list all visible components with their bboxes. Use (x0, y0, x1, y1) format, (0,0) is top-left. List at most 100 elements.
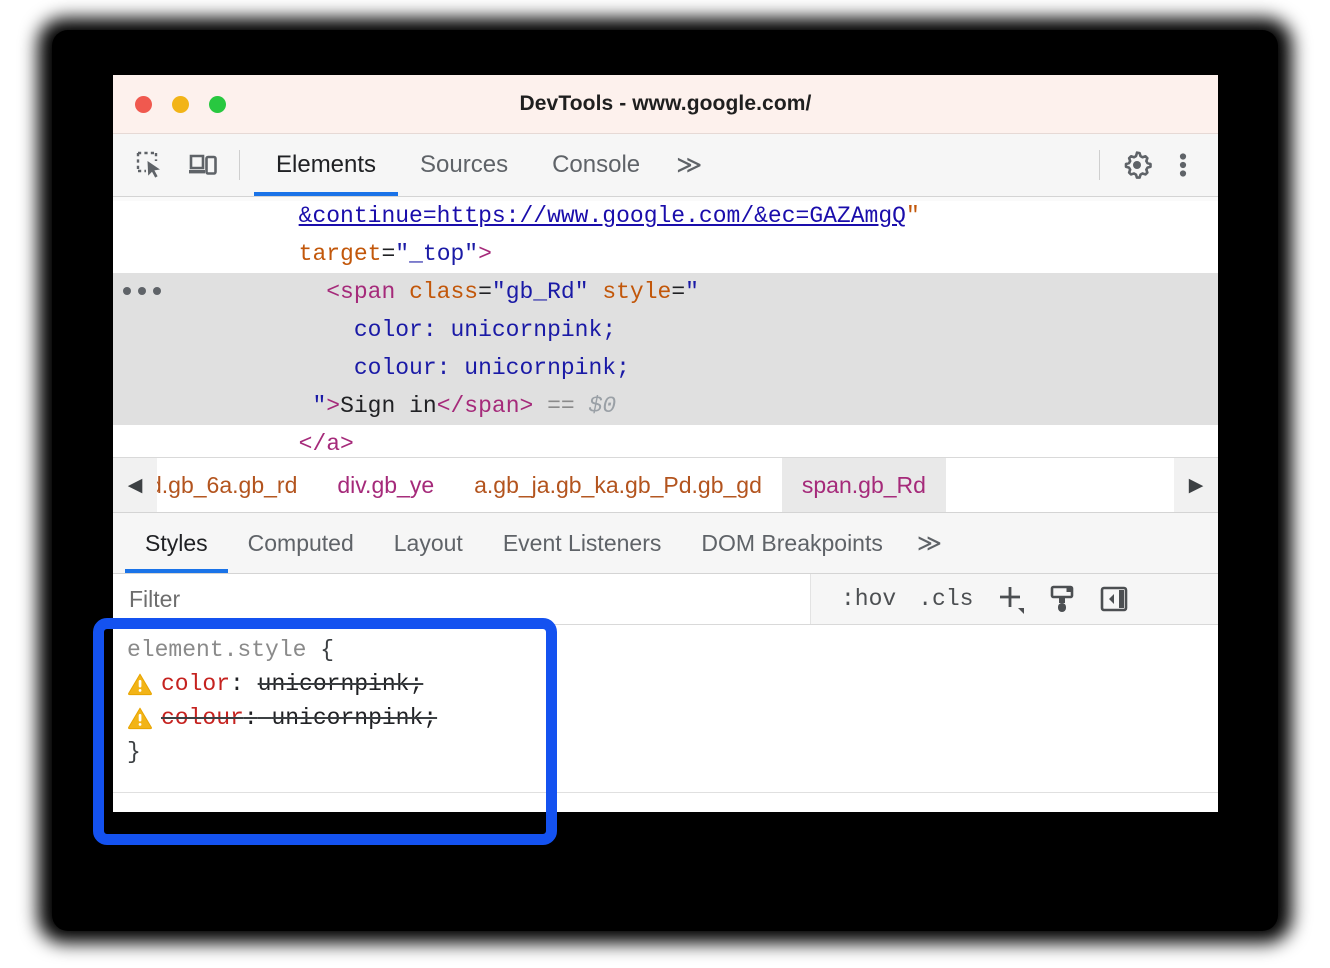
devtools-window: DevTools - www.google.com/ Elements (113, 75, 1218, 812)
breadcrumb-item[interactable]: div.gb_ye (317, 458, 454, 512)
tab-event-listeners-label: Event Listeners (503, 530, 662, 557)
dom-tree-line[interactable]: ">Sign in</span> == $0 (113, 387, 1218, 425)
warning-triangle-icon[interactable] (127, 706, 161, 730)
dom-token: class (409, 279, 478, 305)
dom-tree-line[interactable]: &continue=https://www.google.com/&ec=GAZ… (113, 197, 1218, 235)
css-open-brace: { (320, 633, 334, 667)
css-selector[interactable]: element.style (127, 633, 306, 667)
dom-token (589, 279, 603, 305)
breadcrumb-item[interactable]: d.gb_6a.gb_rd (157, 458, 317, 512)
dom-token (133, 241, 299, 267)
dom-tree-lines: &continue=https://www.google.com/&ec=GAZ… (113, 197, 1218, 457)
css-colon: : (230, 667, 244, 701)
tab-dom-breakpoints-label: DOM Breakpoints (701, 530, 883, 557)
window-title: DevTools - www.google.com/ (113, 92, 1218, 116)
tab-styles-label: Styles (145, 530, 208, 557)
dom-token: = (381, 241, 395, 267)
dom-token: == (547, 393, 575, 419)
dom-tree-line[interactable]: target="_top"> (113, 235, 1218, 273)
toolbar-divider (239, 150, 240, 180)
tab-elements-label: Elements (276, 151, 376, 179)
breadcrumb-item[interactable]: a.gb_ja.gb_ka.gb_Pd.gb_gd (454, 458, 782, 512)
dom-token: target (299, 241, 382, 267)
styles-pane-tabs: Styles Computed Layout Event Listeners D… (113, 513, 1218, 574)
styles-filter-input-wrapper[interactable] (113, 574, 811, 624)
breadcrumb-item-label: div.gb_ye (337, 472, 434, 499)
dom-tree-panel[interactable]: &continue=https://www.google.com/&ec=GAZ… (113, 197, 1218, 457)
tab-computed-label: Computed (248, 530, 354, 557)
css-space (258, 701, 272, 735)
css-rule-selector-line: element.style { (113, 633, 1218, 667)
dom-tree-line[interactable]: <span class="gb_Rd" style=" (113, 273, 1218, 311)
breadcrumb-scroll-right-icon[interactable]: ▶ (1174, 458, 1218, 512)
tab-layout[interactable]: Layout (374, 513, 483, 573)
dom-token (395, 279, 409, 305)
css-property-value[interactable]: unicornpink; (258, 667, 424, 701)
dom-tree-line[interactable]: color: unicornpink; (113, 311, 1218, 349)
plus-icon[interactable] (987, 579, 1033, 619)
tab-console-label: Console (552, 151, 640, 179)
dom-token: " (312, 393, 326, 419)
dom-token (133, 393, 312, 419)
dom-token: color: unicornpink; (354, 317, 616, 343)
tab-event-listeners[interactable]: Event Listeners (483, 513, 682, 573)
toolbar-divider-right (1099, 150, 1100, 180)
css-property-name[interactable]: color (161, 667, 230, 701)
styles-declarations-pane[interactable]: element.style { color: unicornpink;colou… (113, 625, 1218, 743)
css-declaration-row[interactable]: colour: unicornpink; (113, 701, 1218, 735)
paintbrush-icon[interactable] (1039, 579, 1085, 619)
breadcrumb-item[interactable]: span.gb_Rd (782, 458, 946, 512)
dom-token (133, 279, 326, 305)
device-toolbar-icon[interactable] (179, 142, 225, 188)
dom-token: " (906, 203, 920, 229)
hov-toggle-button[interactable]: :hov (833, 586, 904, 612)
dom-token: </span> (437, 393, 534, 419)
dom-breadcrumb-bar: ◀ d.gb_6a.gb_rd div.gb_ye a.gb_ja.gb_ka.gb… (113, 457, 1218, 513)
dom-token: colour: unicornpink; (354, 355, 630, 381)
dom-token: > (326, 393, 340, 419)
toggle-sidebar-icon[interactable] (1091, 579, 1137, 619)
styles-filter-input[interactable] (113, 585, 810, 614)
cls-toggle-button[interactable]: .cls (910, 586, 981, 612)
css-property-name[interactable]: colour (161, 701, 244, 735)
more-styles-tabs-chevron-icon[interactable]: ≫ (903, 513, 956, 573)
breadcrumb-item-label: a.gb_ja.gb_ka.gb_Pd.gb_gd (474, 472, 762, 499)
css-property-value[interactable]: unicornpink; (271, 701, 437, 735)
dom-token (133, 431, 299, 457)
dom-token (133, 355, 354, 381)
dom-token: = (478, 279, 492, 305)
devtools-main-toolbar: Elements Sources Console ≫ (113, 134, 1218, 197)
dom-token: > (478, 241, 492, 267)
warning-triangle-icon[interactable] (127, 672, 161, 696)
css-close-brace: } (127, 735, 141, 769)
gear-icon[interactable] (1114, 142, 1160, 188)
tab-elements[interactable]: Elements (254, 134, 398, 196)
dom-token (533, 393, 547, 419)
css-declarations: color: unicornpink;colour: unicornpink; (113, 667, 1218, 735)
breadcrumb-item-label: d.gb_6a.gb_rd (157, 472, 297, 499)
more-panels-chevron-icon[interactable]: ≫ (662, 134, 716, 196)
tab-styles[interactable]: Styles (125, 513, 228, 573)
dom-tree-line[interactable]: colour: unicornpink; (113, 349, 1218, 387)
dom-token: <span (326, 279, 395, 305)
dom-token: "_top" (395, 241, 478, 267)
breadcrumb-scroll-left-icon[interactable]: ◀ (113, 458, 157, 512)
tab-dom-breakpoints[interactable]: DOM Breakpoints (681, 513, 903, 573)
tab-computed[interactable]: Computed (228, 513, 374, 573)
dom-collapsed-children-icon[interactable] (121, 287, 161, 297)
devtools-panel-tabs: Elements Sources Console ≫ (254, 134, 1085, 196)
dom-tree-line[interactable]: </a> (113, 425, 1218, 457)
tab-console[interactable]: Console (530, 134, 662, 196)
dom-token: &continue=https://www.google.com/&ec=GAZ… (299, 203, 906, 229)
dom-token: Sign in (340, 393, 437, 419)
tab-sources[interactable]: Sources (398, 134, 530, 196)
tab-layout-label: Layout (394, 530, 463, 557)
inspect-element-icon[interactable] (127, 142, 173, 188)
css-declaration-row[interactable]: color: unicornpink; (113, 667, 1218, 701)
dom-token: style (602, 279, 671, 305)
dom-token: $0 (589, 393, 617, 419)
more-options-icon[interactable] (1160, 142, 1206, 188)
styles-filter-actions: :hov .cls (811, 574, 1218, 624)
styles-filter-bar: :hov .cls (113, 574, 1218, 625)
dom-token: "gb_Rd" (492, 279, 589, 305)
